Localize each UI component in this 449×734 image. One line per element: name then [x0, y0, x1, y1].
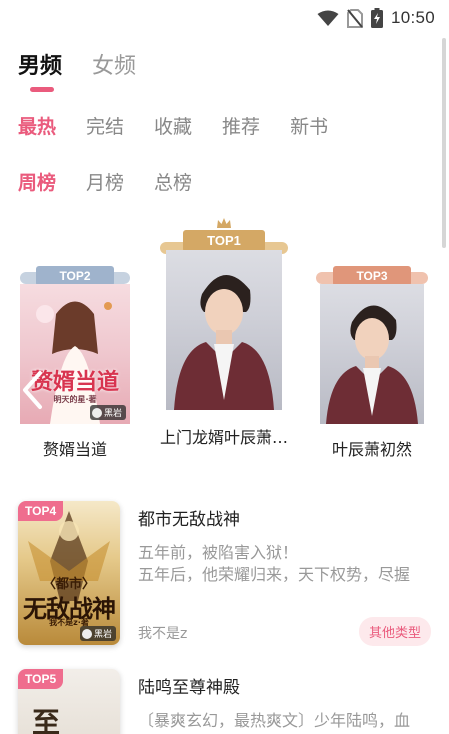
chevron-left-icon — [23, 371, 42, 409]
battery-charging-icon — [370, 8, 383, 28]
tab-male[interactable]: 男频 — [18, 48, 62, 92]
tab-hottest[interactable]: 最热 — [18, 112, 56, 139]
rank-badge: TOP1 — [183, 230, 265, 252]
scrollbar[interactable] — [442, 38, 446, 248]
tab-female[interactable]: 女频 — [92, 48, 136, 92]
rank-badge: TOP4 — [18, 501, 64, 521]
book-cover: 至 TOP5 — [18, 669, 120, 734]
podium-title: 叶辰萧初然 — [331, 440, 412, 459]
book-title: 陆鸣至尊神殿 — [138, 678, 240, 698]
book-desc-line: 五年后，他荣耀归来，天下权势，尽握 — [138, 565, 411, 584]
tab-new-books[interactable]: 新书 — [290, 112, 328, 139]
book-cover — [166, 250, 282, 410]
rank-badge: TOP3 — [333, 266, 411, 286]
period-tabs: 周榜 月榜 总榜 — [18, 168, 192, 195]
book-author: 我不是z — [138, 626, 188, 642]
rank-badge: TOP2 — [36, 266, 114, 286]
clock: 10:50 — [390, 8, 435, 27]
category-tabs: 最热 完结 收藏 推荐 新书 — [18, 112, 328, 139]
list-item[interactable]: 〈都市〉 无敌战神 我不是z·著 黑岩 TOP4 都市无敌战神 五年前，被陷害入… — [18, 501, 433, 647]
carousel-prev-arrow[interactable] — [20, 370, 46, 410]
cover-illustration — [326, 305, 418, 424]
tab-weekly[interactable]: 周榜 — [18, 168, 56, 195]
book-desc-line: 〔暴爽玄幻，最热爽文〕少年陆鸣，血 — [138, 711, 411, 730]
tab-monthly[interactable]: 月榜 — [86, 168, 124, 195]
tab-completed[interactable]: 完结 — [86, 112, 124, 139]
tab-recommended[interactable]: 推荐 — [222, 112, 260, 139]
podium-item-top3[interactable]: TOP3 叶辰萧初然 — [316, 266, 428, 466]
cover-publisher-tag: 黑岩 — [89, 405, 126, 420]
book-title: 都市无敌战神 — [138, 510, 240, 530]
book-cover — [320, 284, 424, 424]
status-bar: 10:50 — [0, 0, 449, 36]
cover-publisher-tag: 黑岩 — [79, 626, 116, 641]
wifi-icon — [317, 10, 339, 27]
tab-overall[interactable]: 总榜 — [154, 168, 192, 195]
gender-tabs: 男频 女频 — [18, 48, 136, 92]
podium-title: 上门龙婿叶辰萧… — [159, 428, 288, 447]
podium-title: 赘婿当道 — [42, 440, 107, 459]
tab-favorites[interactable]: 收藏 — [154, 112, 192, 139]
book-cover: 〈都市〉 无敌战神 我不是z·著 黑岩 TOP4 — [18, 501, 120, 645]
list-item[interactable]: 至 TOP5 陆鸣至尊神殿 〔暴爽玄幻，最热爽文〕少年陆鸣，血 — [18, 669, 433, 734]
cover-illustration — [174, 274, 274, 410]
cover-title-art: 至 — [32, 706, 61, 734]
no-sim-icon — [346, 8, 363, 28]
book-desc-line: 五年前，被陷害入狱！ — [138, 543, 299, 562]
genre-tag[interactable]: 其他类型 — [358, 617, 431, 646]
rank-badge: TOP5 — [18, 669, 64, 689]
podium-item-top1[interactable]: TOP1 上门龙婿叶辰萧… — [160, 214, 288, 454]
podium-item-top2[interactable]: TOP2 赘婿当道 明天的星·著 黑岩 赘婿当道 — [20, 266, 130, 466]
